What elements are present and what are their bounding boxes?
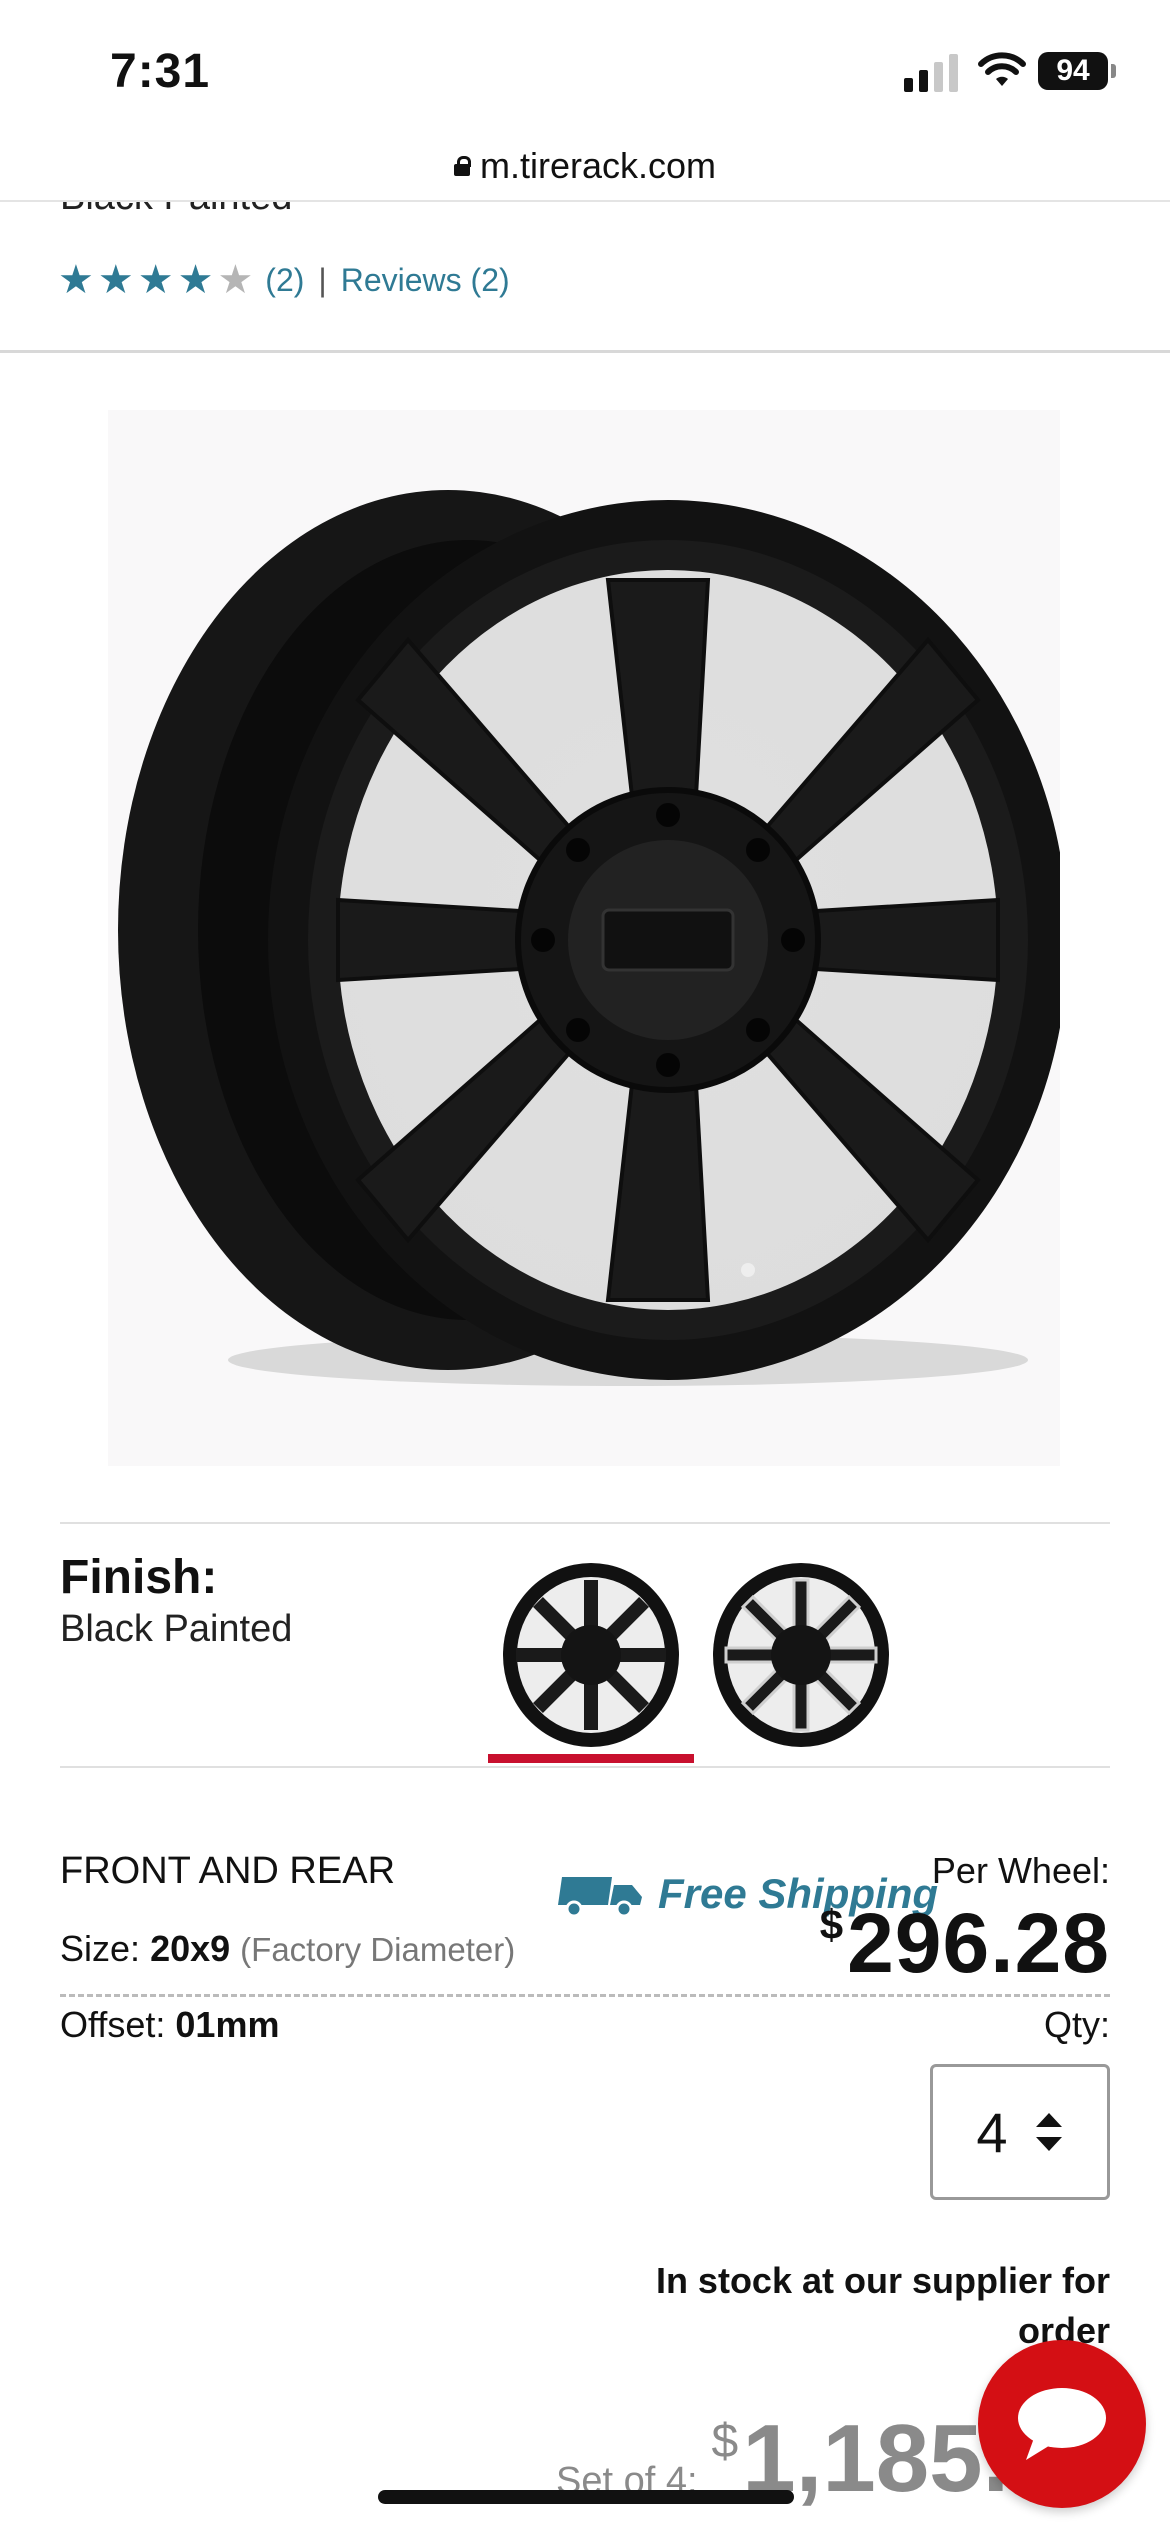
- finish-swatch-black-painted[interactable]: [496, 1560, 686, 1750]
- home-indicator: [378, 2490, 794, 2504]
- wheel-thumbnail: [713, 1563, 889, 1747]
- currency-symbol: $: [819, 1901, 844, 1948]
- chat-button[interactable]: [978, 2340, 1146, 2508]
- offset-value: 01mm: [175, 2004, 280, 2045]
- wheel-thumbnail: [503, 1563, 679, 1747]
- size-value: 20x9: [150, 1928, 231, 1969]
- currency-symbol: $: [711, 2415, 739, 2468]
- divider: [60, 1766, 1110, 1768]
- star-icon: ★: [97, 258, 134, 302]
- size-row: Size: 20x9 (Factory Diameter): [60, 1928, 515, 1970]
- divider: [0, 350, 1170, 353]
- selected-finish-indicator: [488, 1754, 694, 1763]
- qty-select[interactable]: 4: [930, 2064, 1110, 2200]
- per-wheel-label: Per Wheel:: [931, 1850, 1110, 1891]
- per-wheel-price: $ 296.28: [820, 1895, 1110, 1992]
- lock-icon: [453, 156, 471, 176]
- status-time: 7:31: [110, 45, 211, 98]
- wifi-icon: [978, 52, 1026, 86]
- rating-row: ★ ★ ★ ★ ★ (2) | Reviews (2): [58, 260, 510, 300]
- wheel-position: FRONT AND REAR: [60, 1850, 396, 1892]
- truck-icon: [558, 1877, 642, 1917]
- qty-value: 4: [976, 2100, 1008, 2164]
- stock-status: In stock at our supplier for: [655, 2260, 1110, 2301]
- url-bar[interactable]: m.tirerack.com: [0, 132, 1170, 202]
- finish-swatch-black-machined[interactable]: [706, 1560, 896, 1750]
- qty-label: Qty:: [1043, 2004, 1110, 2045]
- wheel-image: [118, 490, 1068, 1386]
- chat-icon: [1018, 2388, 1106, 2460]
- rating-count[interactable]: (2): [265, 262, 304, 299]
- star-icon: ★: [137, 258, 174, 302]
- battery-indicator: 94: [1038, 52, 1116, 90]
- product-image[interactable]: [108, 410, 1068, 1466]
- star-empty-icon: ★: [217, 258, 254, 302]
- offset-label: Offset:: [60, 2004, 166, 2045]
- size-label: Size:: [60, 1928, 141, 1969]
- signal-icon: [904, 52, 958, 92]
- divider: [60, 1522, 1110, 1524]
- dashed-divider: [60, 1994, 1110, 1997]
- finish-value: Black Painted: [60, 1608, 293, 1650]
- star-icon: ★: [58, 258, 94, 302]
- size-note: (Factory Diameter): [240, 1931, 516, 1968]
- reviews-link[interactable]: Reviews (2): [341, 262, 510, 299]
- finish-label: Finish:: [60, 1551, 218, 1604]
- status-bar: 7:31 94: [0, 0, 1170, 140]
- rating-separator: |: [318, 261, 327, 298]
- offset-row: Offset: 01mm: [60, 2004, 279, 2046]
- price-value: 296.28: [847, 1896, 1110, 1990]
- star-icon: ★: [177, 258, 214, 302]
- url-text: m.tirerack.com: [479, 145, 717, 186]
- updown-icon: [1035, 2113, 1062, 2151]
